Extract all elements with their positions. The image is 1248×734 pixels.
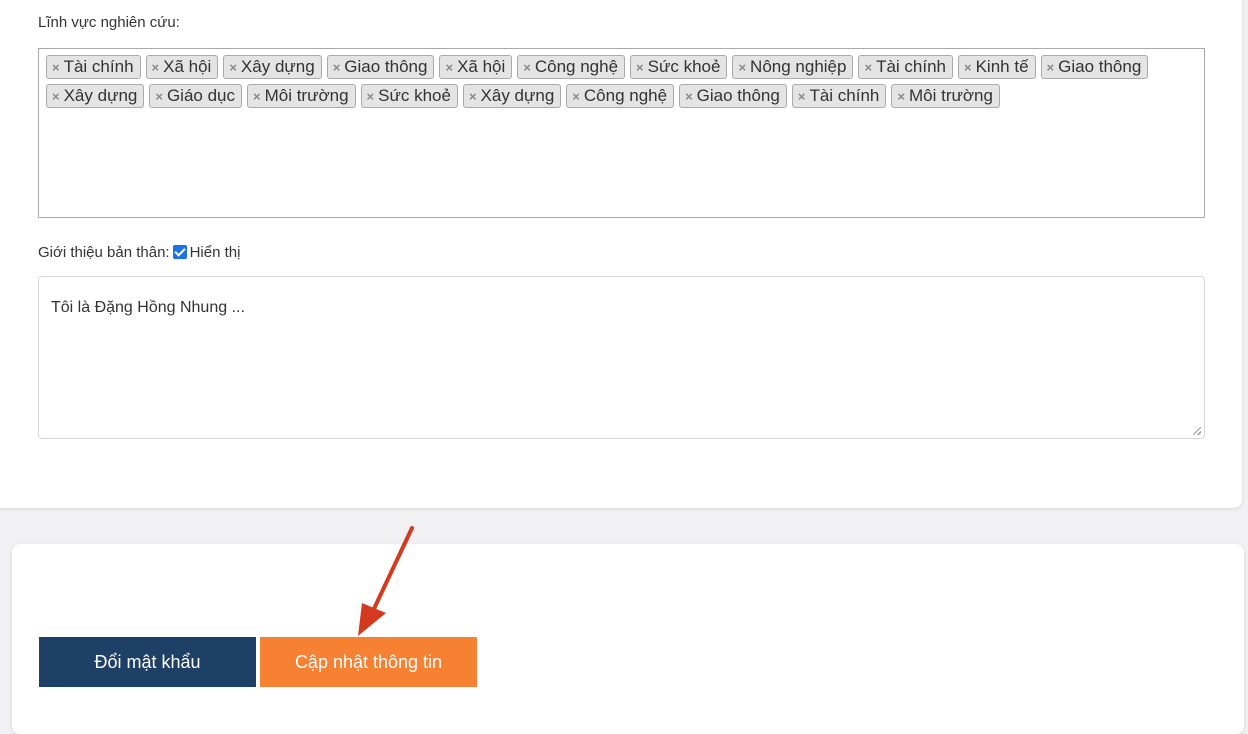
research-tag-label: Tài chính	[809, 86, 880, 105]
profile-form-card: Lĩnh vực nghiên cứu: × Tài chính × Xã hội × X…	[0, 0, 1242, 508]
research-tag-label: Xây dựng	[63, 86, 138, 105]
research-tag-label: Xây dựng	[240, 57, 315, 76]
research-tag-label: Tài chính	[876, 57, 946, 76]
research-tag[interactable]: × Giáo dục	[149, 84, 242, 108]
remove-tag-icon[interactable]: ×	[1047, 60, 1055, 75]
remove-tag-icon[interactable]: ×	[253, 89, 261, 104]
remove-tag-icon[interactable]: ×	[367, 89, 375, 104]
remove-tag-icon[interactable]: ×	[964, 60, 972, 75]
change-password-button[interactable]: Đổi mật khẩu	[39, 637, 256, 687]
remove-tag-icon[interactable]: ×	[155, 89, 163, 104]
research-tag[interactable]: × Công nghệ	[566, 84, 675, 108]
bio-textarea[interactable]: Tôi là Đặng Hồng Nhung ...	[38, 276, 1205, 439]
research-tag[interactable]: × Xây dựng	[462, 84, 562, 108]
research-tag-label: Xây dựng	[480, 86, 555, 105]
research-tag[interactable]: × Môi trường	[247, 84, 356, 108]
research-tag-label: Công nghệ	[534, 57, 619, 76]
research-tag[interactable]: × Giao thông	[326, 55, 435, 79]
research-tags-input[interactable]: × Tài chính × Xã hội × Xây dựng × Giao thông × Xã…	[38, 48, 1205, 218]
research-tag-label: Tài chính	[63, 57, 134, 76]
remove-tag-icon[interactable]: ×	[685, 89, 693, 104]
research-tag-label: Giao thông	[1058, 57, 1142, 76]
remove-tag-icon[interactable]: ×	[798, 89, 806, 104]
bio-label: Giới thiệu bản thân:	[38, 244, 170, 261]
resize-handle-icon[interactable]	[1193, 427, 1201, 435]
research-tag[interactable]: × Giao thông	[679, 84, 787, 108]
remove-tag-icon[interactable]: ×	[469, 89, 477, 104]
remove-tag-icon[interactable]: ×	[52, 60, 60, 75]
research-tag-label: Sức khoẻ	[647, 57, 721, 76]
research-tag[interactable]: × Tài chính	[46, 55, 141, 79]
research-tag[interactable]: × Xây dựng	[223, 55, 322, 79]
research-tag[interactable]: × Công nghệ	[517, 55, 626, 79]
research-tag[interactable]: × Xã hội	[439, 55, 513, 79]
research-tag[interactable]: × Tài chính	[858, 55, 953, 79]
research-tag[interactable]: × Kinh tế	[958, 55, 1036, 79]
research-tag[interactable]: × Giao thông	[1040, 55, 1149, 79]
research-tag[interactable]: × Nông nghiệp	[732, 55, 854, 79]
remove-tag-icon[interactable]: ×	[572, 89, 580, 104]
research-tag-label: Giao thông	[696, 86, 780, 105]
research-tag[interactable]: × Sức khoẻ	[360, 84, 458, 108]
research-tag-label: Giáo dục	[166, 86, 235, 105]
research-tag-label: Môi trường	[264, 86, 349, 105]
remove-tag-icon[interactable]: ×	[523, 60, 531, 75]
research-tag-label: Xã hội	[457, 57, 506, 76]
bio-text: Tôi là Đặng Hồng Nhung ...	[51, 299, 245, 316]
research-field-label: Lĩnh vực nghiên cứu:	[38, 14, 180, 31]
research-tag-label: Kinh tế	[975, 57, 1029, 76]
remove-tag-icon[interactable]: ×	[152, 60, 160, 75]
remove-tag-icon[interactable]: ×	[636, 60, 644, 75]
research-tag[interactable]: × Sức khoẻ	[630, 55, 728, 79]
update-info-button[interactable]: Cập nhật thông tin	[260, 637, 477, 687]
research-tag[interactable]: × Tài chính	[791, 84, 887, 108]
bio-label-row: Giới thiệu bản thân: Hiển thị	[38, 244, 240, 261]
remove-tag-icon[interactable]: ×	[229, 60, 237, 75]
research-tag[interactable]: × Xây dựng	[46, 84, 145, 108]
research-tag-label: Công nghệ	[583, 86, 668, 105]
research-tag-label: Giao thông	[344, 57, 428, 76]
display-checkbox[interactable]	[172, 245, 187, 259]
remove-tag-icon[interactable]: ×	[738, 60, 746, 75]
annotation-arrow-icon	[358, 526, 414, 636]
research-tag-label: Xã hội	[163, 57, 212, 76]
research-tag-label: Nông nghiệp	[750, 57, 847, 76]
research-tag-label: Môi trường	[908, 86, 993, 105]
display-checkbox-label[interactable]: Hiển thị	[190, 244, 241, 261]
research-tag[interactable]: × Xã hội	[145, 55, 219, 79]
remove-tag-icon[interactable]: ×	[445, 60, 453, 75]
remove-tag-icon[interactable]: ×	[897, 89, 905, 104]
remove-tag-icon[interactable]: ×	[333, 60, 341, 75]
research-tag-label: Sức khoẻ	[378, 86, 451, 105]
remove-tag-icon[interactable]: ×	[864, 60, 872, 75]
research-tag[interactable]: × Môi trường	[891, 84, 1000, 108]
remove-tag-icon[interactable]: ×	[52, 89, 60, 104]
